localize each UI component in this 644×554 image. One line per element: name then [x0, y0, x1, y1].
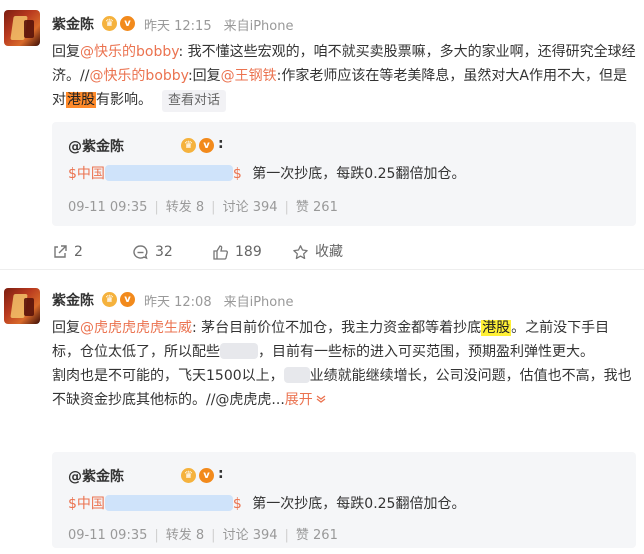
- quoted-author-name[interactable]: @紫金陈: [68, 139, 124, 155]
- redacted-blur: [104, 495, 233, 511]
- comment-button[interactable]: 32: [132, 242, 173, 262]
- view-conversation-button[interactable]: 查看对话: [162, 90, 227, 112]
- share-count: 2: [74, 244, 83, 260]
- reply-prefix: 回复: [52, 44, 80, 60]
- crown-badge-icon: ♛: [102, 292, 117, 307]
- share-button[interactable]: 2: [52, 242, 83, 262]
- mention-link[interactable]: @快乐的bobby: [89, 68, 188, 84]
- crown-badge-icon: ♛: [181, 468, 196, 483]
- mention-link[interactable]: @虎虎虎虎虎生威: [80, 320, 192, 336]
- favorite-button[interactable]: 收藏: [292, 242, 343, 262]
- body-text: 割肉也是不可能的，飞天1500以上，: [52, 368, 284, 384]
- avatar[interactable]: [4, 10, 40, 46]
- quoted-line-text: 第一次抄底，每跌0.25翻倍加仓。: [252, 166, 466, 182]
- redacted-blur: [220, 343, 258, 359]
- star-icon: [293, 244, 308, 259]
- like-count: 189: [235, 244, 262, 260]
- post-time[interactable]: 昨天 12:15: [144, 19, 212, 34]
- stock-tag[interactable]: $中国 $: [68, 165, 242, 182]
- quoted-likes[interactable]: 赞 261: [296, 200, 338, 215]
- redacted-blur: [104, 165, 233, 181]
- chevron-down-icon: [316, 395, 326, 403]
- verified-v-icon: v: [120, 16, 135, 31]
- thumbs-up-icon: [213, 244, 228, 260]
- expand-link[interactable]: 展开: [285, 392, 327, 408]
- quoted-colon: :: [218, 466, 224, 482]
- post-body: 回复@虎虎虎虎虎生威: 茅台目前价位不加仓，我主力资金都等着抄底港股。之前没下手…: [52, 316, 636, 412]
- mention-link[interactable]: @快乐的bobby: [80, 44, 179, 60]
- quoted-author: @紫金陈: [68, 136, 124, 156]
- quoted-post[interactable]: @紫金陈 ♛ v : $中国 $ 第一次抄底，每跌0.25翻倍加仓。 09-11 …: [52, 122, 636, 226]
- post-time[interactable]: 昨天 12:08: [144, 295, 212, 310]
- avatar[interactable]: [4, 288, 40, 324]
- body-text: ，目前有一些标的进入可买范围，预期盈利弹性更大。: [258, 344, 594, 360]
- crown-badge-icon: ♛: [181, 138, 196, 153]
- quoted-post[interactable]: @紫金陈 ♛ v : $中国 $ 第一次抄底，每跌0.25翻倍加仓。 09-11 …: [52, 452, 636, 548]
- quoted-reposts[interactable]: 转发 8: [166, 528, 204, 543]
- post-meta: 昨天 12:08 来自iPhone: [144, 291, 294, 310]
- quoted-meta: 09-11 09:35 | 转发 8 | 讨论 394 | 赞 261: [68, 200, 338, 215]
- quoted-author-name[interactable]: @紫金陈: [68, 469, 124, 485]
- quoted-date[interactable]: 09-11 09:35: [68, 528, 147, 543]
- post-source: 来自iPhone: [223, 295, 294, 310]
- keyword-highlight: 港股: [66, 92, 96, 108]
- verified-v-icon: v: [199, 138, 214, 153]
- reply-prefix: 回复: [52, 320, 80, 336]
- body-text: : 茅台目前价位不加仓，我主力资金都等着抄底: [192, 320, 482, 336]
- author-name[interactable]: 紫金陈: [52, 14, 94, 34]
- quoted-date[interactable]: 09-11 09:35: [68, 200, 147, 215]
- quoted-colon: :: [218, 136, 224, 152]
- body-text: :回复: [187, 68, 221, 84]
- favorite-label: 收藏: [315, 244, 343, 260]
- keyword-highlight: 港股: [481, 320, 512, 336]
- quoted-text: $中国 $ 第一次抄底，每跌0.25翻倍加仓。: [68, 493, 465, 513]
- quoted-reposts[interactable]: 转发 8: [166, 200, 204, 215]
- weibo-post: 紫金陈 ♛ v 昨天 12:08 来自iPhone 回复@虎虎虎虎虎生威: 茅台目…: [0, 278, 644, 554]
- comment-icon: [133, 244, 148, 259]
- share-icon: [54, 245, 67, 258]
- post-body: 回复@快乐的bobby: 我不懂这些宏观的，咱不就买卖股票嘛，多大的家业啊，还得…: [52, 40, 636, 112]
- quoted-line-text: 第一次抄底，每跌0.25翻倍加仓。: [252, 496, 466, 512]
- body-text: 有影响。: [96, 92, 152, 108]
- quoted-author: @紫金陈: [68, 466, 124, 486]
- stock-tag[interactable]: $中国 $: [68, 495, 242, 512]
- weibo-post: 紫金陈 ♛ v 昨天 12:15 来自iPhone 回复@快乐的bobby: 我不…: [0, 0, 644, 270]
- author-name[interactable]: 紫金陈: [52, 290, 94, 310]
- comment-count: 32: [155, 244, 173, 260]
- post-meta: 昨天 12:15 来自iPhone: [144, 15, 294, 34]
- mention-link[interactable]: @王钢铁: [221, 68, 277, 84]
- redacted-blur: [283, 367, 310, 383]
- quoted-comments[interactable]: 讨论 394: [223, 200, 278, 215]
- like-button[interactable]: 189: [212, 242, 262, 262]
- quoted-text: $中国 $ 第一次抄底，每跌0.25翻倍加仓。: [68, 163, 465, 183]
- verified-v-icon: v: [199, 468, 214, 483]
- verified-v-icon: v: [120, 292, 135, 307]
- post-actions: 2 32 189 收藏: [52, 242, 612, 262]
- post-source: 来自iPhone: [223, 19, 294, 34]
- crown-badge-icon: ♛: [102, 16, 117, 31]
- quoted-comments[interactable]: 讨论 394: [223, 528, 278, 543]
- quoted-meta: 09-11 09:35 | 转发 8 | 讨论 394 | 赞 261: [68, 528, 338, 543]
- quoted-likes[interactable]: 赞 261: [296, 528, 338, 543]
